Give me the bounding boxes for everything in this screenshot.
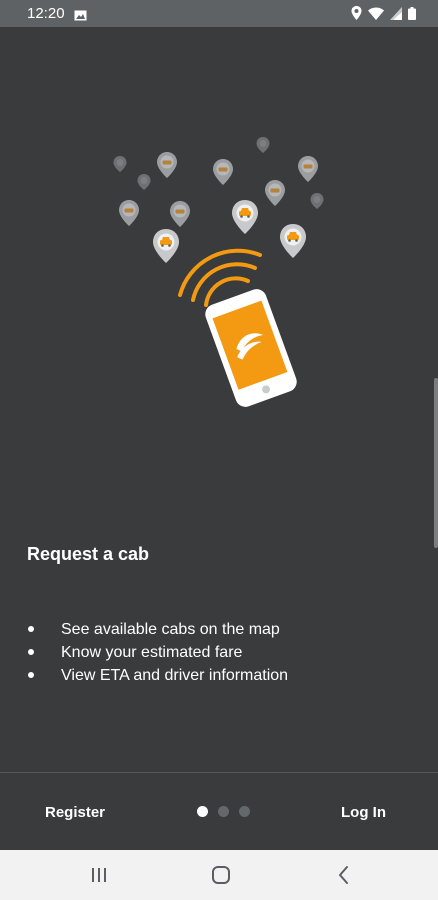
battery-icon — [408, 6, 416, 25]
edge-panel-handle[interactable] — [434, 378, 438, 548]
recent-apps-icon[interactable] — [86, 863, 112, 887]
register-button[interactable]: Register — [45, 804, 105, 821]
page-dot[interactable] — [239, 806, 250, 817]
wifi-icon — [368, 7, 384, 25]
back-icon[interactable] — [331, 863, 357, 887]
feature-list: See available cabs on the map Know your … — [27, 618, 288, 687]
feature-item: Know your estimated fare — [27, 641, 288, 664]
page-dot[interactable] — [218, 806, 229, 817]
bottom-bar: Register Log In — [0, 773, 438, 850]
page-indicator — [197, 806, 250, 817]
login-button[interactable]: Log In — [341, 804, 386, 821]
phone-cab-illustration — [105, 130, 335, 410]
gallery-icon — [74, 8, 87, 26]
phone-icon — [205, 289, 297, 407]
home-icon[interactable] — [208, 863, 234, 887]
slide-headline: Request a cab — [27, 544, 150, 564]
feature-item: See available cabs on the map — [27, 618, 288, 641]
location-icon — [351, 6, 362, 25]
page-dot-active[interactable] — [197, 806, 208, 817]
status-time: 12:20 — [27, 5, 65, 22]
feature-item: View ETA and driver information — [27, 664, 288, 687]
status-bar: 12:20 — [0, 0, 438, 27]
status-icons — [351, 6, 416, 25]
system-nav-bar — [0, 850, 438, 900]
signal-icon — [390, 6, 402, 25]
